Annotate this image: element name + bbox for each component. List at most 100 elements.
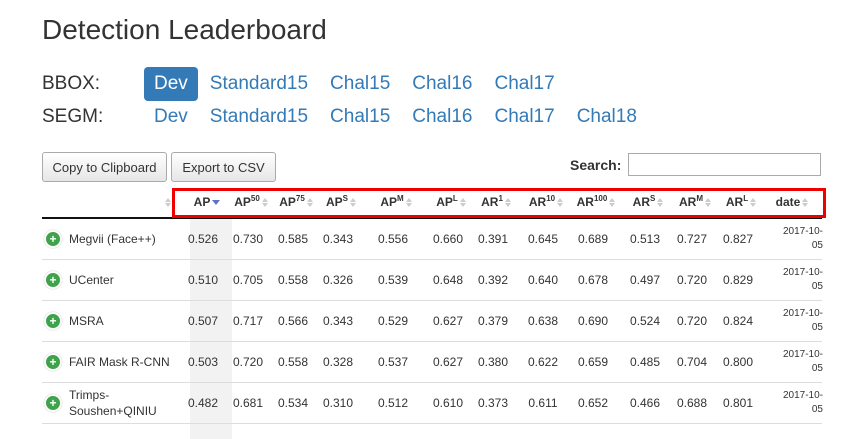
copy-to-clipboard-button[interactable]: Copy to Clipboard [42, 152, 167, 182]
metric-cell: 0.622 [527, 354, 559, 369]
metric-cell: 0.730 [232, 231, 264, 246]
metric-cell: 0.688 [676, 395, 708, 410]
metric-cell: 0.529 [377, 313, 409, 328]
metric-cell: 0.328 [322, 354, 354, 369]
team-name: Trimps-Soushen+QINIU [69, 387, 157, 418]
bbox-tab-chal17[interactable]: Chal17 [484, 67, 564, 101]
metric-cell: 0.720 [676, 272, 708, 287]
bbox-tab-standard15[interactable]: Standard15 [200, 67, 318, 101]
team-name: UCenter [69, 272, 114, 287]
segm-tabs: Dev Standard15 Chal15 Chal16 Chal17 Chal18 [144, 100, 649, 134]
metric-cell: 0.503 [187, 354, 219, 369]
metric-cell: 0.558 [277, 354, 309, 369]
team-name: FAIR Mask R-CNN [69, 354, 170, 369]
segm-tab-chal15[interactable]: Chal15 [320, 100, 400, 134]
metric-cell: 0.717 [232, 313, 264, 328]
metric-cell: 0.801 [722, 395, 754, 410]
bbox-tab-chal16[interactable]: Chal16 [402, 67, 482, 101]
segm-tab-dev[interactable]: Dev [144, 100, 198, 134]
metric-cell: 0.326 [322, 272, 354, 287]
metric-cell: 0.829 [722, 272, 754, 287]
date-cell: 2017-10-05 [782, 266, 823, 292]
metric-cell: 0.534 [277, 395, 309, 410]
metric-cell: 0.524 [629, 313, 661, 328]
metric-cell: 0.373 [477, 395, 509, 410]
bbox-tab-dev[interactable]: Dev [144, 67, 198, 101]
metric-cell: 0.558 [277, 272, 309, 287]
date-cell: 2017-10-05 [782, 389, 823, 415]
segm-tab-chal16[interactable]: Chal16 [402, 100, 482, 134]
metric-cell: 0.659 [577, 354, 609, 369]
team-name-cell: + Megvii (Face++) [44, 218, 156, 259]
metric-cell: 0.678 [577, 272, 609, 287]
metric-cell: 0.380 [477, 354, 509, 369]
metric-cell: 0.466 [629, 395, 661, 410]
expand-row-icon[interactable]: + [44, 229, 62, 248]
bbox-tab-chal15[interactable]: Chal15 [320, 67, 400, 101]
table-row: + MSRA 0.507 0.717 0.566 0.343 0.529 0.627 0.379… [42, 300, 823, 342]
date-cell: 2017-10-05 [782, 348, 823, 374]
metric-cell: 0.645 [527, 231, 559, 246]
metric-cell: 0.727 [676, 231, 708, 246]
segm-tab-chal17[interactable]: Chal17 [484, 100, 564, 134]
metric-cell: 0.343 [322, 313, 354, 328]
segm-label: SEGM: [42, 106, 104, 127]
table-row: + Megvii (Face++) 0.526 0.730 0.585 0.343 0.55… [42, 218, 823, 260]
team-name-cell: + Trimps-Soushen+QINIU [44, 382, 179, 423]
metric-cell: 0.827 [722, 231, 754, 246]
team-name-cell: + UCenter [44, 259, 114, 300]
expand-row-icon[interactable]: + [44, 393, 62, 412]
date-cell: 2017-10-05 [782, 225, 823, 251]
metric-cell: 0.720 [232, 354, 264, 369]
expand-row-icon[interactable]: + [44, 311, 62, 330]
metric-cell: 0.512 [377, 395, 409, 410]
metric-cell: 0.343 [322, 231, 354, 246]
metric-cell: 0.379 [477, 313, 509, 328]
metric-cell: 0.720 [676, 313, 708, 328]
metric-cell: 0.310 [322, 395, 354, 410]
date-cell: 2017-10-05 [782, 307, 823, 333]
expand-row-icon[interactable]: + [44, 270, 62, 289]
metric-cell: 0.681 [232, 395, 264, 410]
team-name: MSRA [69, 313, 104, 328]
metric-cell: 0.689 [577, 231, 609, 246]
table-row: + Trimps-Soushen+QINIU 0.482 0.681 0.534 0.31… [42, 382, 823, 424]
highlight-box [172, 188, 826, 218]
team-name-cell: + MSRA [44, 300, 104, 341]
page-title: Detection Leaderboard [42, 14, 327, 45]
metric-cell: 0.611 [528, 395, 558, 410]
metric-cell: 0.513 [629, 231, 661, 246]
bbox-label: BBOX: [42, 73, 101, 94]
team-name-cell: + FAIR Mask R-CNN [44, 341, 170, 382]
metric-cell: 0.648 [432, 272, 464, 287]
metric-cell: 0.652 [577, 395, 609, 410]
team-name: Megvii (Face++) [69, 231, 156, 246]
export-csv-button[interactable]: Export to CSV [171, 152, 276, 182]
metric-cell: 0.537 [377, 354, 409, 369]
metric-cell: 0.800 [722, 354, 754, 369]
metric-cell: 0.510 [187, 272, 219, 287]
metric-cell: 0.391 [477, 231, 509, 246]
metric-cell: 0.526 [187, 231, 219, 246]
metric-cell: 0.690 [577, 313, 609, 328]
search-label: Search: [570, 157, 622, 173]
metric-cell: 0.705 [232, 272, 264, 287]
segm-tab-chal18[interactable]: Chal18 [567, 100, 647, 134]
expand-row-icon[interactable]: + [44, 352, 62, 371]
metric-cell: 0.640 [527, 272, 559, 287]
metric-cell: 0.585 [277, 231, 309, 246]
metric-cell: 0.704 [676, 354, 708, 369]
metric-cell: 0.627 [432, 313, 464, 328]
metric-cell: 0.566 [277, 313, 309, 328]
metric-cell: 0.539 [377, 272, 409, 287]
metric-cell: 0.627 [432, 354, 464, 369]
metric-cell: 0.485 [629, 354, 661, 369]
metric-cell: 0.660 [432, 231, 464, 246]
table-row: + FAIR Mask R-CNN 0.503 0.720 0.558 0.328 0.53… [42, 341, 823, 383]
search-input[interactable] [628, 153, 821, 176]
metric-cell: 0.824 [722, 313, 754, 328]
bbox-tabs: Dev Standard15 Chal15 Chal16 Chal17 [144, 67, 567, 101]
metric-cell: 0.610 [432, 395, 464, 410]
segm-tab-standard15[interactable]: Standard15 [200, 100, 318, 134]
metric-cell: 0.482 [187, 395, 219, 410]
